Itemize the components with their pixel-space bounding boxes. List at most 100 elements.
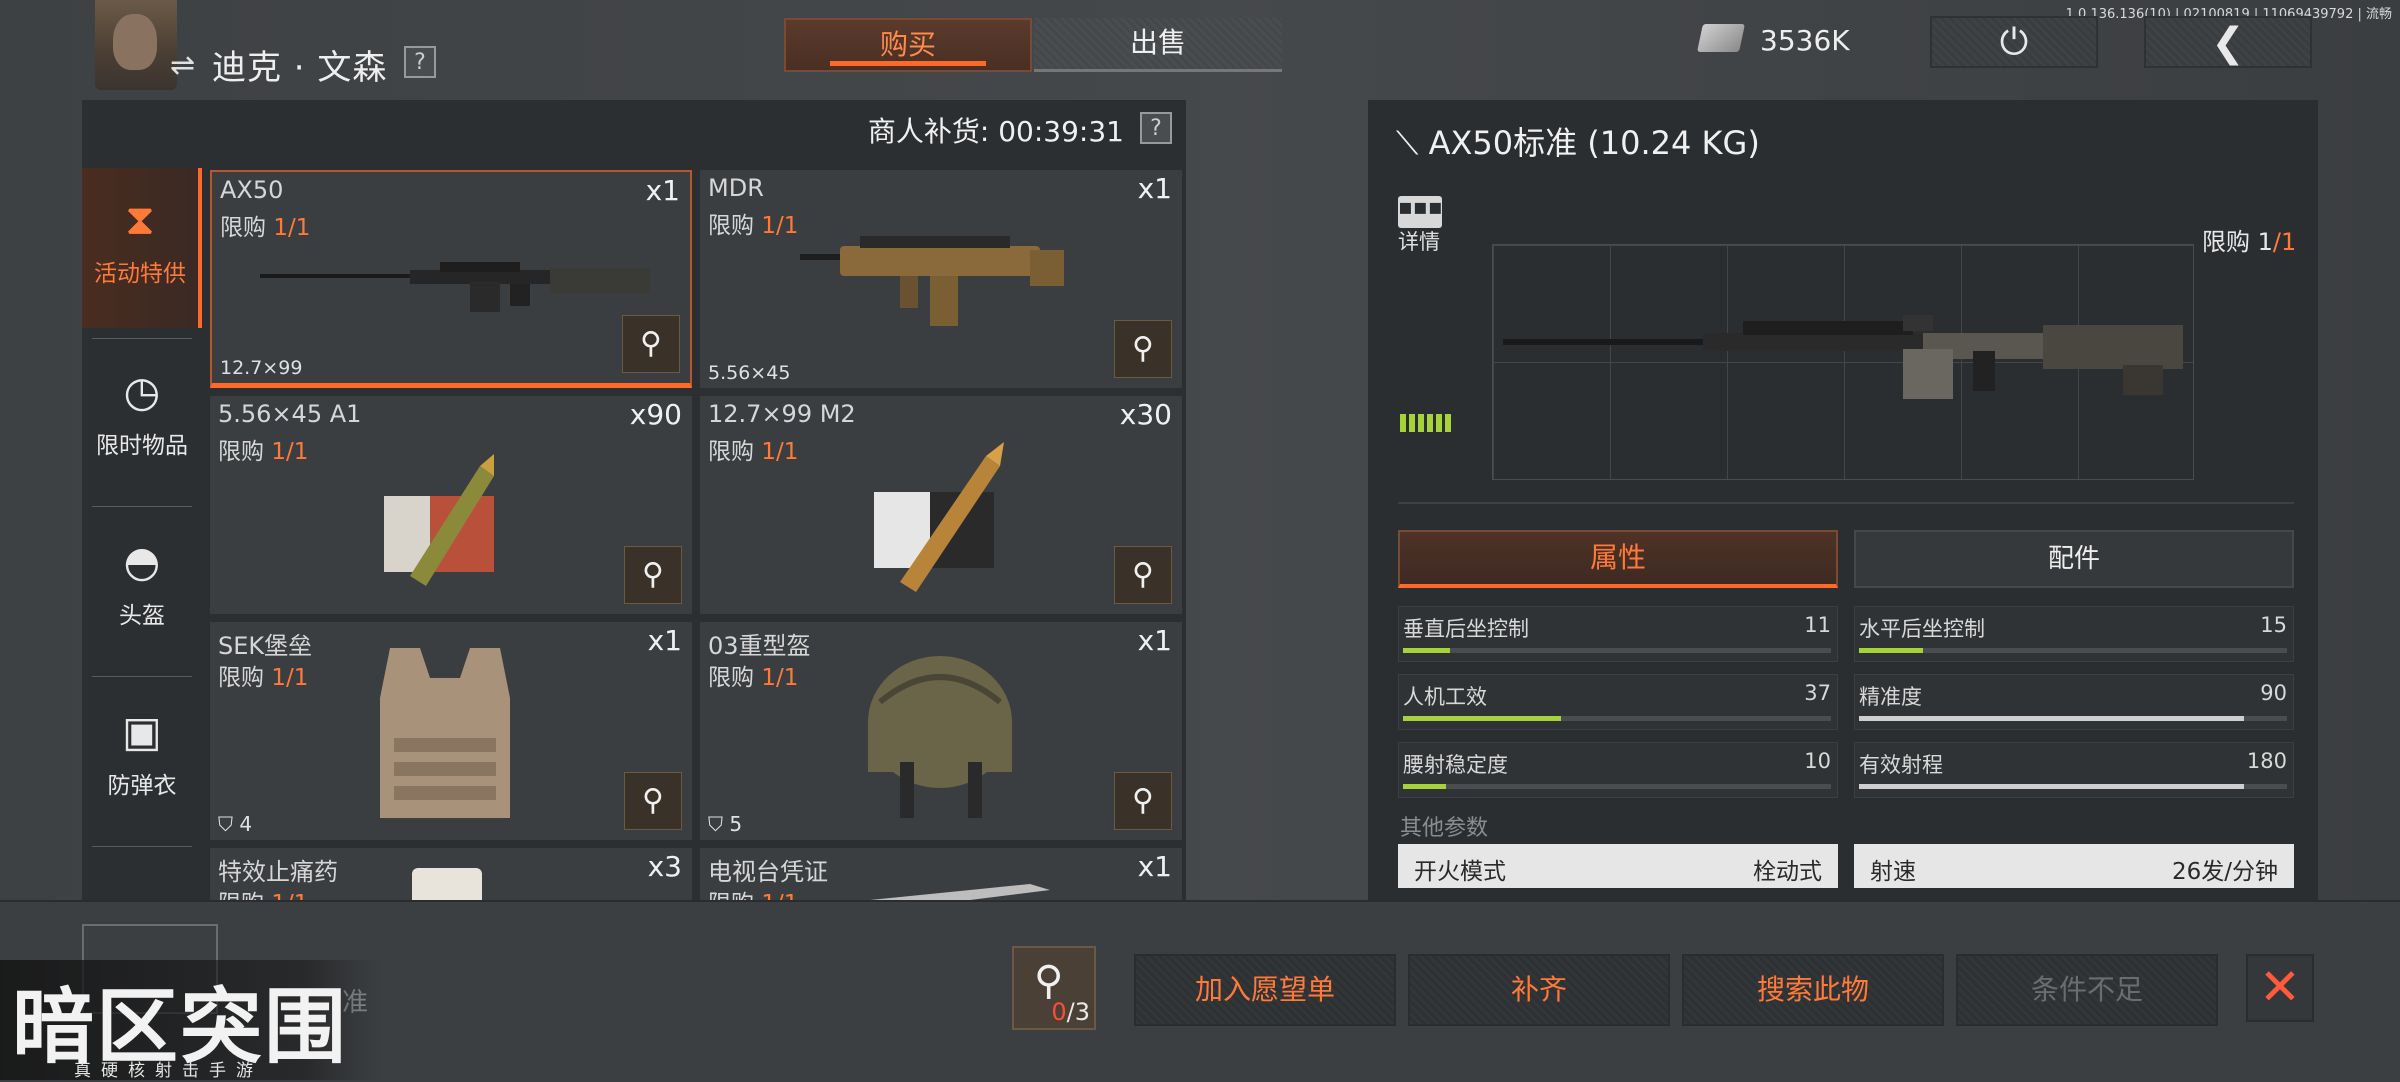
- item-limit: 限购 1/1: [220, 215, 311, 241]
- close-button[interactable]: ✕: [2246, 954, 2314, 1022]
- item-name: AX50: [220, 176, 284, 204]
- item-quantity: x1: [1137, 624, 1172, 657]
- tab-parts[interactable]: 配件: [1854, 530, 2294, 588]
- item-card-painkiller[interactable]: 特效止痛药 限购 1/1 x3: [210, 848, 692, 900]
- tab-sell[interactable]: 出售: [1034, 18, 1282, 72]
- item-limit: 限购 1/1: [708, 665, 799, 691]
- item-card-556-ammo[interactable]: 5.56×45 A1 限购 1/1 x90 ⚲: [210, 396, 692, 614]
- painkiller-image: [412, 868, 482, 900]
- power-button[interactable]: ⏻: [1930, 16, 2098, 68]
- category-label: 活动特供: [94, 261, 186, 287]
- keycard-image: [870, 884, 1050, 900]
- item-card-tv-keycard[interactable]: 电视台凭证 限购 1/1 x1: [700, 848, 1182, 900]
- conditions-not-met-button[interactable]: 条件不足: [1956, 954, 2218, 1026]
- stat-value: 15: [2260, 613, 2287, 637]
- trader-name: 迪克 · 文森: [212, 48, 388, 88]
- other-params-label: 其他参数: [1400, 816, 1489, 841]
- trader-avatar: [95, 0, 177, 90]
- stat-bar: [1403, 648, 1831, 653]
- back-arrow-icon: ❮: [2211, 20, 2245, 66]
- tab-buy[interactable]: 购买: [784, 18, 1032, 72]
- ring-currency-icon[interactable]: ⚲: [622, 315, 680, 373]
- stat-row: 精准度 90: [1854, 674, 2294, 730]
- category-vest[interactable]: ▣ 防弹衣: [82, 680, 202, 840]
- weapon-preview: [1492, 244, 2194, 480]
- item-caliber: 5.56×45: [708, 362, 791, 384]
- stat-value: 37: [1804, 681, 1831, 705]
- tab-attributes[interactable]: 属性: [1398, 530, 1838, 588]
- category-event-special[interactable]: ⧗ 活动特供: [82, 168, 202, 328]
- category-label: 防弹衣: [107, 773, 177, 799]
- attachment-slots-indicator: [1400, 414, 1452, 432]
- back-button[interactable]: ❮: [2144, 16, 2312, 68]
- item-card-mdr[interactable]: MDR 限购 1/1 x1 5.56×45 ⚲: [700, 170, 1182, 388]
- ring-currency-icon[interactable]: ⚲: [1114, 772, 1172, 830]
- hourglass-icon: ⧗: [125, 195, 155, 244]
- item-name: 电视台凭证: [708, 858, 828, 886]
- param-fire-mode: 开火模式 栓动式: [1398, 844, 1838, 888]
- item-limit: 限购 1/1: [708, 884, 798, 900]
- cash-icon: [1697, 24, 1745, 52]
- item-name: 5.56×45 A1: [218, 400, 362, 428]
- game-logo: 暗区突围 真硬核射击手游: [0, 960, 380, 1081]
- stat-row: 垂直后坐控制 11: [1398, 606, 1838, 662]
- assault-rifle-image: [800, 236, 1064, 326]
- item-quantity: x1: [1137, 850, 1172, 883]
- helmet-image: [868, 656, 1012, 818]
- money-balance: 3536K: [1760, 24, 1850, 57]
- item-limit: 限购 1/1: [218, 665, 309, 691]
- trader-help-button[interactable]: ?: [404, 46, 436, 78]
- details-label[interactable]: 详情: [1398, 226, 1440, 256]
- ring-currency-icon[interactable]: ⚲: [1114, 320, 1172, 378]
- add-to-wishlist-button[interactable]: 加入愿望单: [1134, 954, 1396, 1026]
- stat-value: 90: [2260, 681, 2287, 705]
- sniper-rifle-preview-image: [1503, 315, 2183, 399]
- stat-name: 有效射程: [1859, 753, 1943, 777]
- stat-bar: [1859, 716, 2287, 721]
- item-card-heavy-helmet[interactable]: 03重型盔 限购 1/1 x1 ⛉ 5 ⚲: [700, 622, 1182, 840]
- stat-name: 水平后坐控制: [1859, 617, 1985, 641]
- category-helmet[interactable]: ◓ 头盔: [82, 510, 202, 670]
- stat-bar-fill: [1859, 784, 2245, 789]
- item-quantity: x1: [647, 624, 682, 657]
- armor-level: ⛉ 5: [708, 812, 743, 836]
- stat-value: 180: [2246, 749, 2287, 773]
- item-card-sek-vest[interactable]: SEK堡垒 限购 1/1 x1 ⛉ 4 ⚲: [210, 622, 692, 840]
- slash-icon: ⟍: [1396, 124, 1419, 162]
- body-armor-image: [380, 648, 510, 818]
- ammo-box-image: [874, 442, 1004, 592]
- close-icon: ✕: [2259, 958, 2301, 1016]
- restock-help-button[interactable]: ?: [1140, 112, 1172, 144]
- category-limited-time[interactable]: ◷ 限时物品: [82, 340, 202, 500]
- item-name: MDR: [708, 174, 764, 202]
- stat-row: 腰射稳定度 10: [1398, 742, 1838, 798]
- item-limit: 限购 1/1: [218, 439, 309, 465]
- stat-row: 水平后坐控制 15: [1854, 606, 2294, 662]
- ring-currency-icon[interactable]: ⚲: [624, 772, 682, 830]
- item-card-127-ammo[interactable]: 12.7×99 M2 限购 1/1 x30 ⚲: [700, 396, 1182, 614]
- stat-name: 精准度: [1859, 685, 1922, 709]
- ring-currency-icon[interactable]: ⚲: [1114, 546, 1172, 604]
- armor-level: ⛉ 4: [218, 812, 253, 836]
- item-card-ax50[interactable]: AX50 限购 1/1 x1 12.7×99 ⚲: [210, 170, 692, 388]
- shield-icon: ⛉: [218, 812, 233, 836]
- category-list: ⧗ 活动特供 ◷ 限时物品 ◓ 头盔 ▣ 防弹衣: [82, 168, 202, 900]
- item-name: 03重型盔: [708, 632, 811, 660]
- ring-currency-icon[interactable]: ⚲: [624, 546, 682, 604]
- details-icon[interactable]: ▪▪▪: [1398, 196, 1443, 228]
- clock-icon: ◷: [123, 367, 161, 416]
- helmet-icon: ◓: [123, 537, 161, 586]
- item-limit: 限购 1/1: [218, 884, 308, 900]
- item-caliber: 12.7×99: [220, 357, 303, 379]
- swap-trader-icon[interactable]: ⇌: [170, 48, 195, 83]
- stat-bar-fill: [1859, 648, 1924, 653]
- fill-up-button[interactable]: 补齐: [1408, 954, 1670, 1026]
- stat-value: 10: [1804, 749, 1831, 773]
- item-quantity: x1: [1137, 172, 1172, 205]
- stat-bar-fill: [1859, 716, 2245, 721]
- search-item-button[interactable]: 搜索此物: [1682, 954, 1944, 1026]
- item-limit: 限购 1/1: [708, 439, 799, 465]
- stat-row: 人机工效 37: [1398, 674, 1838, 730]
- stat-name: 人机工效: [1403, 685, 1487, 709]
- required-currency-slot: ⚲ 0/3: [1012, 946, 1096, 1030]
